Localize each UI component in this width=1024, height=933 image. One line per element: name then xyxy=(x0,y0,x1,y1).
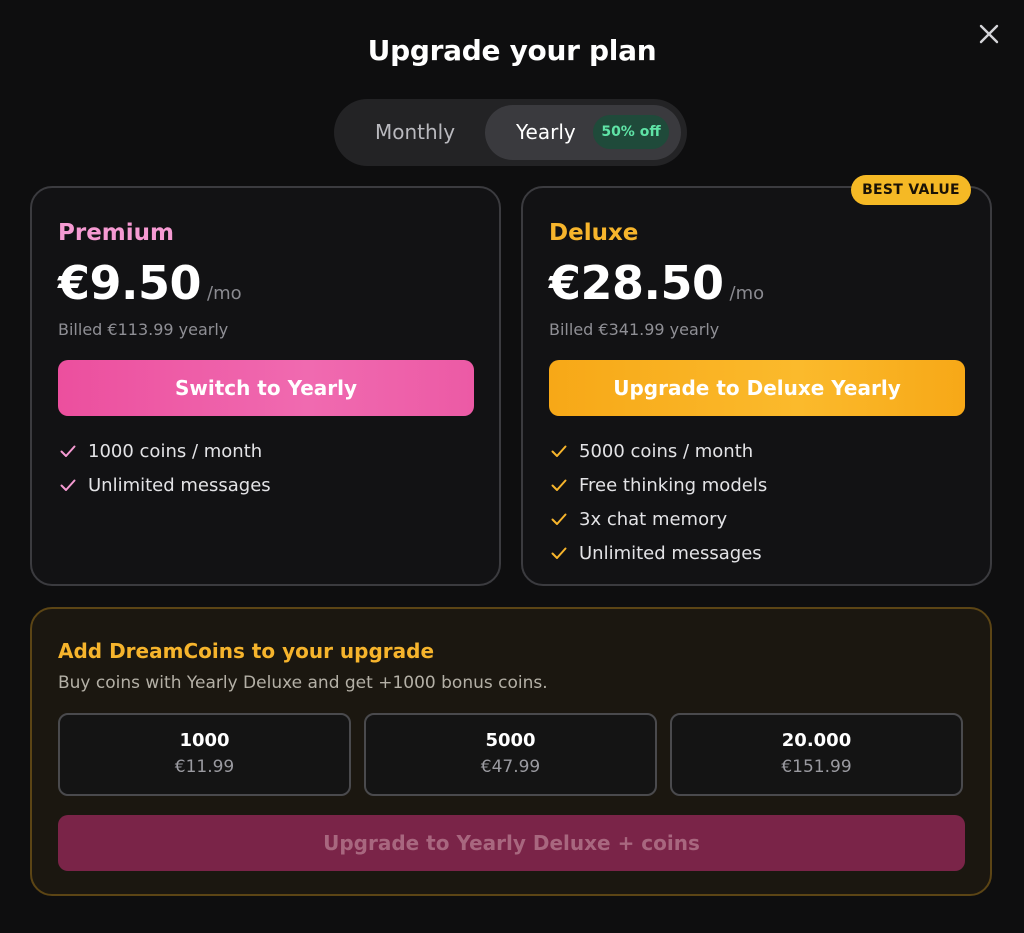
billed-note: Billed €341.99 yearly xyxy=(549,320,720,339)
plan-price: €9.50 xyxy=(58,256,202,310)
upgrade-modal: Upgrade your plan Monthly Yearly 50% off… xyxy=(0,0,1024,933)
feature-item: Unlimited messages xyxy=(549,536,767,570)
coin-option-20000[interactable]: 20.000 €151.99 xyxy=(670,713,963,796)
coin-price: €47.99 xyxy=(480,757,541,777)
toggle-yearly-label: Yearly xyxy=(516,120,576,144)
feature-label: 3x chat memory xyxy=(579,508,728,530)
switch-to-yearly-button[interactable]: Switch to Yearly xyxy=(58,360,474,416)
feature-label: Unlimited messages xyxy=(88,474,271,496)
best-value-badge: BEST VALUE xyxy=(851,175,971,205)
coin-amount: 20.000 xyxy=(781,730,852,751)
coin-price: €151.99 xyxy=(781,757,852,777)
billing-toggle: Monthly Yearly 50% off xyxy=(334,99,687,166)
coin-amount: 5000 xyxy=(485,730,536,751)
close-button[interactable] xyxy=(975,20,1003,48)
feature-list: 5000 coins / month Free thinking models … xyxy=(549,434,767,570)
plan-period: /mo xyxy=(729,283,765,304)
dreamcoins-addon: Add DreamCoins to your upgrade Buy coins… xyxy=(30,607,992,896)
feature-item: 5000 coins / month xyxy=(549,434,767,468)
plan-name: Deluxe xyxy=(549,220,639,246)
discount-badge: 50% off xyxy=(593,115,669,149)
upgrade-deluxe-yearly-button[interactable]: Upgrade to Deluxe Yearly xyxy=(549,360,965,416)
feature-item: 1000 coins / month xyxy=(58,434,271,468)
toggle-monthly[interactable]: Monthly xyxy=(340,105,490,160)
price-row: €9.50/mo xyxy=(58,256,242,310)
coin-option-5000[interactable]: 5000 €47.99 xyxy=(364,713,657,796)
billed-note: Billed €113.99 yearly xyxy=(58,320,229,339)
feature-list: 1000 coins / month Unlimited messages xyxy=(58,434,271,502)
coins-subtitle: Buy coins with Yearly Deluxe and get +10… xyxy=(58,673,548,693)
check-icon xyxy=(58,441,78,461)
check-icon xyxy=(549,441,569,461)
modal-title: Upgrade your plan xyxy=(367,34,657,67)
coin-price: €11.99 xyxy=(174,757,235,777)
check-icon xyxy=(549,475,569,495)
feature-item: 3x chat memory xyxy=(549,502,767,536)
toggle-yearly[interactable]: Yearly 50% off xyxy=(485,105,681,160)
feature-label: 5000 coins / month xyxy=(579,440,754,462)
check-icon xyxy=(549,509,569,529)
plan-period: /mo xyxy=(207,283,242,304)
feature-item: Free thinking models xyxy=(549,468,767,502)
price-row: €28.50/mo xyxy=(549,256,764,310)
plan-name: Premium xyxy=(58,220,174,246)
plan-price: €28.50 xyxy=(549,256,724,310)
coin-option-1000[interactable]: 1000 €11.99 xyxy=(58,713,351,796)
coins-title: Add DreamCoins to your upgrade xyxy=(58,639,435,663)
feature-label: Unlimited messages xyxy=(579,542,762,564)
plan-card-premium: Premium €9.50/mo Billed €113.99 yearly S… xyxy=(30,186,501,586)
feature-label: Free thinking models xyxy=(579,474,768,496)
check-icon xyxy=(58,475,78,495)
plan-card-deluxe: Deluxe €28.50/mo Billed €341.99 yearly U… xyxy=(521,186,992,586)
upgrade-with-coins-button[interactable]: Upgrade to Yearly Deluxe + coins xyxy=(58,815,965,871)
feature-label: 1000 coins / month xyxy=(88,440,263,462)
close-icon xyxy=(979,24,999,44)
feature-item: Unlimited messages xyxy=(58,468,271,502)
coin-amount: 1000 xyxy=(179,730,230,751)
check-icon xyxy=(549,543,569,563)
